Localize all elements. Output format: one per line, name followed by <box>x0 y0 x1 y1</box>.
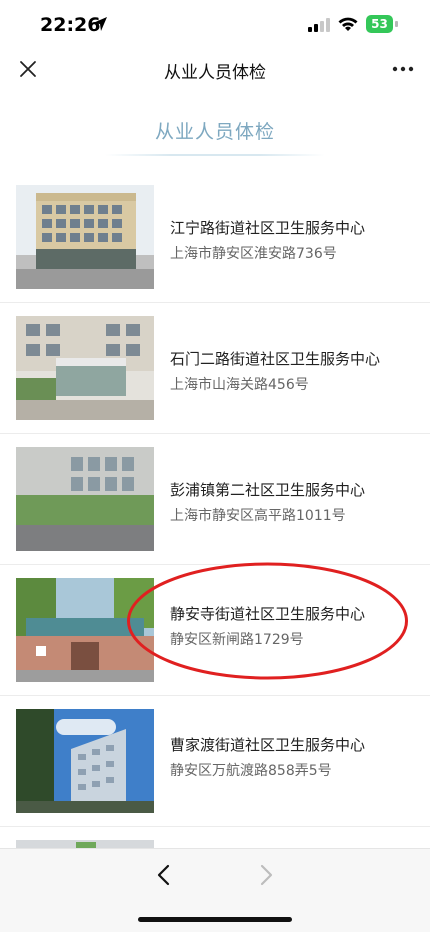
nav-bar: 从业人员体检 <box>0 50 430 90</box>
center-address: 上海市山海关路456号 <box>170 377 309 393</box>
center-name: 石门二路街道社区卫生服务中心 <box>170 350 381 368</box>
center-name: 江宁路街道社区卫生服务中心 <box>170 219 366 237</box>
center-photo <box>16 709 154 813</box>
home-indicator <box>138 917 292 922</box>
center-address: 静安区新闸路1729号 <box>170 632 304 648</box>
center-photo <box>16 578 154 682</box>
center-name: 彭浦镇第二社区卫生服务中心 <box>170 481 366 499</box>
center-photo <box>16 316 154 420</box>
battery-icon: 53 <box>366 15 398 33</box>
battery-level: 53 <box>366 15 393 33</box>
forward-icon[interactable] <box>254 863 278 887</box>
list-item[interactable]: 彭浦镇第二社区卫生服务中心 上海市静安区高平路1011号 <box>0 434 430 565</box>
page-title: 从业人员体检 <box>164 63 266 83</box>
list-item[interactable]: 石门二路街道社区卫生服务中心 上海市山海关路456号 <box>0 303 430 434</box>
wifi-icon <box>338 17 358 31</box>
center-address: 静安区万航渡路858弄5号 <box>170 763 332 779</box>
list-item[interactable]: 曹家渡街道社区卫生服务中心 静安区万航渡路858弄5号 <box>0 696 430 827</box>
section-title: 从业人员体检 <box>154 121 275 143</box>
center-photo <box>16 447 154 551</box>
list-item[interactable]: 江宁路街道社区卫生服务中心 上海市静安区淮安路736号 <box>0 172 430 303</box>
center-address: 上海市静安区高平路1011号 <box>170 508 346 524</box>
location-arrow-icon <box>93 17 107 31</box>
list-item[interactable]: 静安寺街道社区卫生服务中心 静安区新闸路1729号 <box>0 565 430 696</box>
center-name: 静安寺街道社区卫生服务中心 <box>170 605 366 623</box>
back-icon[interactable] <box>152 863 176 887</box>
bottom-toolbar <box>0 848 430 932</box>
center-photo <box>16 185 154 289</box>
status-bar: 22:26 53 <box>0 0 430 50</box>
section-divider <box>105 154 325 156</box>
signal-icon <box>308 18 330 32</box>
center-address: 上海市静安区淮安路736号 <box>170 246 337 262</box>
center-name: 曹家渡街道社区卫生服务中心 <box>170 736 366 754</box>
more-icon[interactable] <box>390 59 416 79</box>
